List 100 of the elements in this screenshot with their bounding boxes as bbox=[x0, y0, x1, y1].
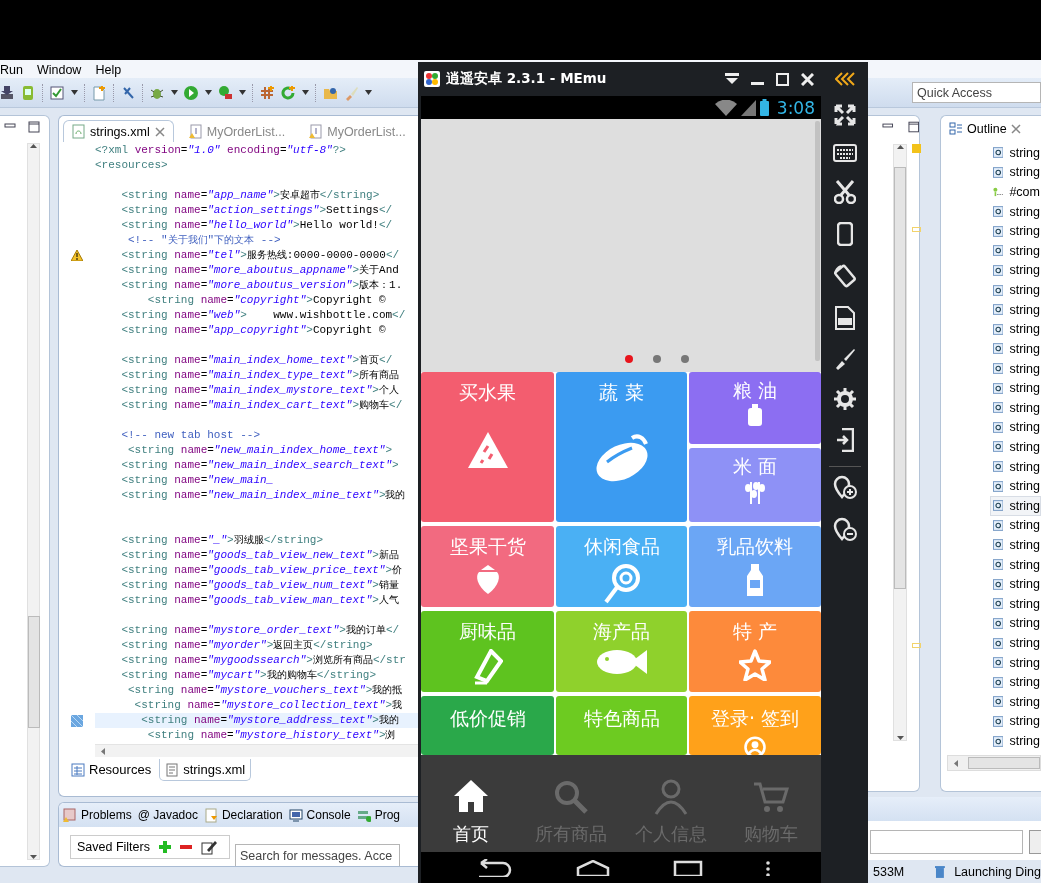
caret-icon[interactable] bbox=[205, 90, 212, 95]
keyboard-icon[interactable] bbox=[833, 144, 857, 162]
location-plus-icon[interactable] bbox=[833, 475, 857, 499]
outline-item[interactable]: string bbox=[990, 339, 1041, 359]
import-icon[interactable] bbox=[836, 428, 854, 452]
outline-item[interactable]: string bbox=[990, 143, 1041, 163]
home-button-icon[interactable] bbox=[575, 859, 610, 876]
scissors-icon[interactable] bbox=[834, 180, 856, 204]
scrollbar-thumb[interactable] bbox=[968, 757, 1040, 769]
menu-item[interactable]: Help bbox=[95, 63, 122, 77]
outline-item[interactable]: string bbox=[990, 574, 1041, 594]
scroll-down-icon[interactable] bbox=[30, 855, 37, 859]
recent-apps-icon[interactable] bbox=[672, 859, 703, 876]
checkbox-icon[interactable] bbox=[50, 84, 65, 101]
rotate-icon[interactable] bbox=[833, 264, 857, 288]
outline-item[interactable]: string bbox=[990, 417, 1041, 438]
run-icon[interactable] bbox=[184, 84, 199, 101]
outline-item[interactable]: string bbox=[990, 437, 1041, 457]
settings-icon[interactable] bbox=[834, 388, 856, 410]
outline-item[interactable]: string bbox=[990, 672, 1041, 693]
fullscreen-icon[interactable] bbox=[834, 104, 856, 126]
phone-icon[interactable] bbox=[837, 222, 853, 246]
page-indicator-dot[interactable] bbox=[653, 355, 661, 363]
location-minus-icon[interactable] bbox=[833, 517, 857, 541]
outline-item[interactable]: string bbox=[990, 280, 1041, 300]
outline-item[interactable]: string bbox=[990, 221, 1041, 242]
panel-tab[interactable]: @ Javadoc bbox=[137, 808, 198, 822]
scroll-up-icon[interactable] bbox=[30, 144, 37, 148]
maximize-icon[interactable] bbox=[907, 121, 919, 133]
editor-page-tab[interactable]: Resources bbox=[65, 759, 158, 781]
caret-icon[interactable] bbox=[365, 90, 372, 95]
add-icon[interactable] bbox=[158, 841, 171, 853]
outline-item[interactable]: string bbox=[990, 241, 1041, 261]
message-search-field[interactable]: Search for messages. Acce bbox=[235, 844, 400, 866]
caret-icon[interactable] bbox=[71, 90, 78, 95]
outline-item[interactable]: string bbox=[990, 162, 1041, 183]
outline-item[interactable]: string bbox=[990, 731, 1041, 751]
remove-icon[interactable] bbox=[179, 845, 192, 849]
bottom-tab[interactable]: 首页 bbox=[421, 755, 521, 852]
panel-tab[interactable]: Declaration bbox=[221, 808, 283, 822]
outline-item[interactable]: string bbox=[990, 476, 1041, 496]
quick-access-field[interactable]: Quick Access bbox=[912, 82, 1041, 103]
outline-item[interactable]: string bbox=[990, 319, 1041, 340]
panel-tab[interactable]: Console bbox=[306, 808, 351, 822]
minimize-icon[interactable] bbox=[882, 121, 894, 131]
outline-item[interactable]: string bbox=[990, 397, 1041, 418]
editor-tab[interactable]: MyOrderList... bbox=[179, 120, 295, 142]
menu-icon[interactable] bbox=[765, 859, 770, 876]
category-tile[interactable]: 粮 油 bbox=[689, 372, 821, 444]
brush-icon[interactable] bbox=[834, 348, 856, 370]
editor-tab[interactable]: MyOrderList... bbox=[300, 120, 415, 142]
menu-item[interactable]: Window bbox=[36, 63, 82, 77]
editor-tab[interactable]: strings.xml bbox=[63, 120, 174, 142]
caret-icon[interactable] bbox=[171, 90, 178, 95]
outline-item[interactable]: #com bbox=[990, 182, 1041, 202]
scrollbar-thumb[interactable] bbox=[27, 615, 40, 728]
caret-icon[interactable] bbox=[302, 90, 309, 95]
warning-marker-icon[interactable] bbox=[912, 227, 921, 232]
warning-marker-icon[interactable] bbox=[912, 144, 921, 153]
panel-tab[interactable]: Problems bbox=[81, 808, 132, 822]
outline-item[interactable]: string bbox=[990, 613, 1041, 634]
outline-item[interactable]: string bbox=[990, 260, 1041, 281]
outline-item[interactable]: string bbox=[990, 633, 1041, 653]
outline-item[interactable]: string bbox=[990, 378, 1041, 398]
outline-item[interactable]: string bbox=[990, 594, 1041, 614]
outline-item[interactable]: string bbox=[990, 692, 1041, 712]
menu-item[interactable]: Run bbox=[0, 63, 23, 77]
outline-item[interactable]: string bbox=[990, 711, 1041, 732]
collapse-icon[interactable] bbox=[835, 72, 855, 86]
outline-item[interactable]: string bbox=[990, 535, 1041, 555]
panel-tab[interactable]: Prog bbox=[374, 808, 400, 822]
file-icon[interactable] bbox=[835, 306, 855, 330]
outline-item[interactable]: string bbox=[990, 495, 1041, 516]
outline-item[interactable]: string bbox=[990, 554, 1041, 575]
bottle-icon bbox=[748, 404, 762, 426]
filter-field[interactable] bbox=[870, 830, 1024, 854]
outline-item[interactable]: string bbox=[990, 201, 1041, 222]
scroll-left-icon[interactable] bbox=[101, 747, 105, 755]
run-tool-icon[interactable] bbox=[218, 84, 233, 101]
outline-item[interactable]: string bbox=[990, 515, 1041, 536]
grid-plus-icon[interactable] bbox=[260, 84, 275, 101]
dropdown-icon[interactable] bbox=[725, 73, 739, 85]
warning-marker-icon[interactable] bbox=[912, 643, 921, 648]
scroll-up-icon[interactable] bbox=[896, 145, 904, 149]
scrollbar-thumb[interactable] bbox=[894, 166, 906, 589]
page-indicator-dot[interactable] bbox=[625, 355, 633, 363]
outline-item[interactable]: string bbox=[990, 652, 1041, 673]
caret-icon[interactable] bbox=[239, 90, 246, 95]
outline-item[interactable]: string bbox=[990, 358, 1041, 379]
page-indicator-dot[interactable] bbox=[681, 355, 689, 363]
outline-item[interactable]: string bbox=[990, 456, 1041, 477]
edit-icon[interactable] bbox=[200, 839, 217, 855]
outline-tab[interactable]: Outline bbox=[967, 122, 1007, 136]
scroll-left-icon[interactable] bbox=[954, 759, 958, 767]
outline-item[interactable]: string bbox=[990, 299, 1041, 320]
refresh-plus-icon[interactable] bbox=[281, 84, 296, 101]
scroll-down-icon[interactable] bbox=[896, 736, 904, 740]
editor-page-tab[interactable]: strings.xml bbox=[159, 759, 252, 781]
trash-icon[interactable] bbox=[934, 865, 947, 878]
download-icon[interactable] bbox=[0, 84, 15, 101]
